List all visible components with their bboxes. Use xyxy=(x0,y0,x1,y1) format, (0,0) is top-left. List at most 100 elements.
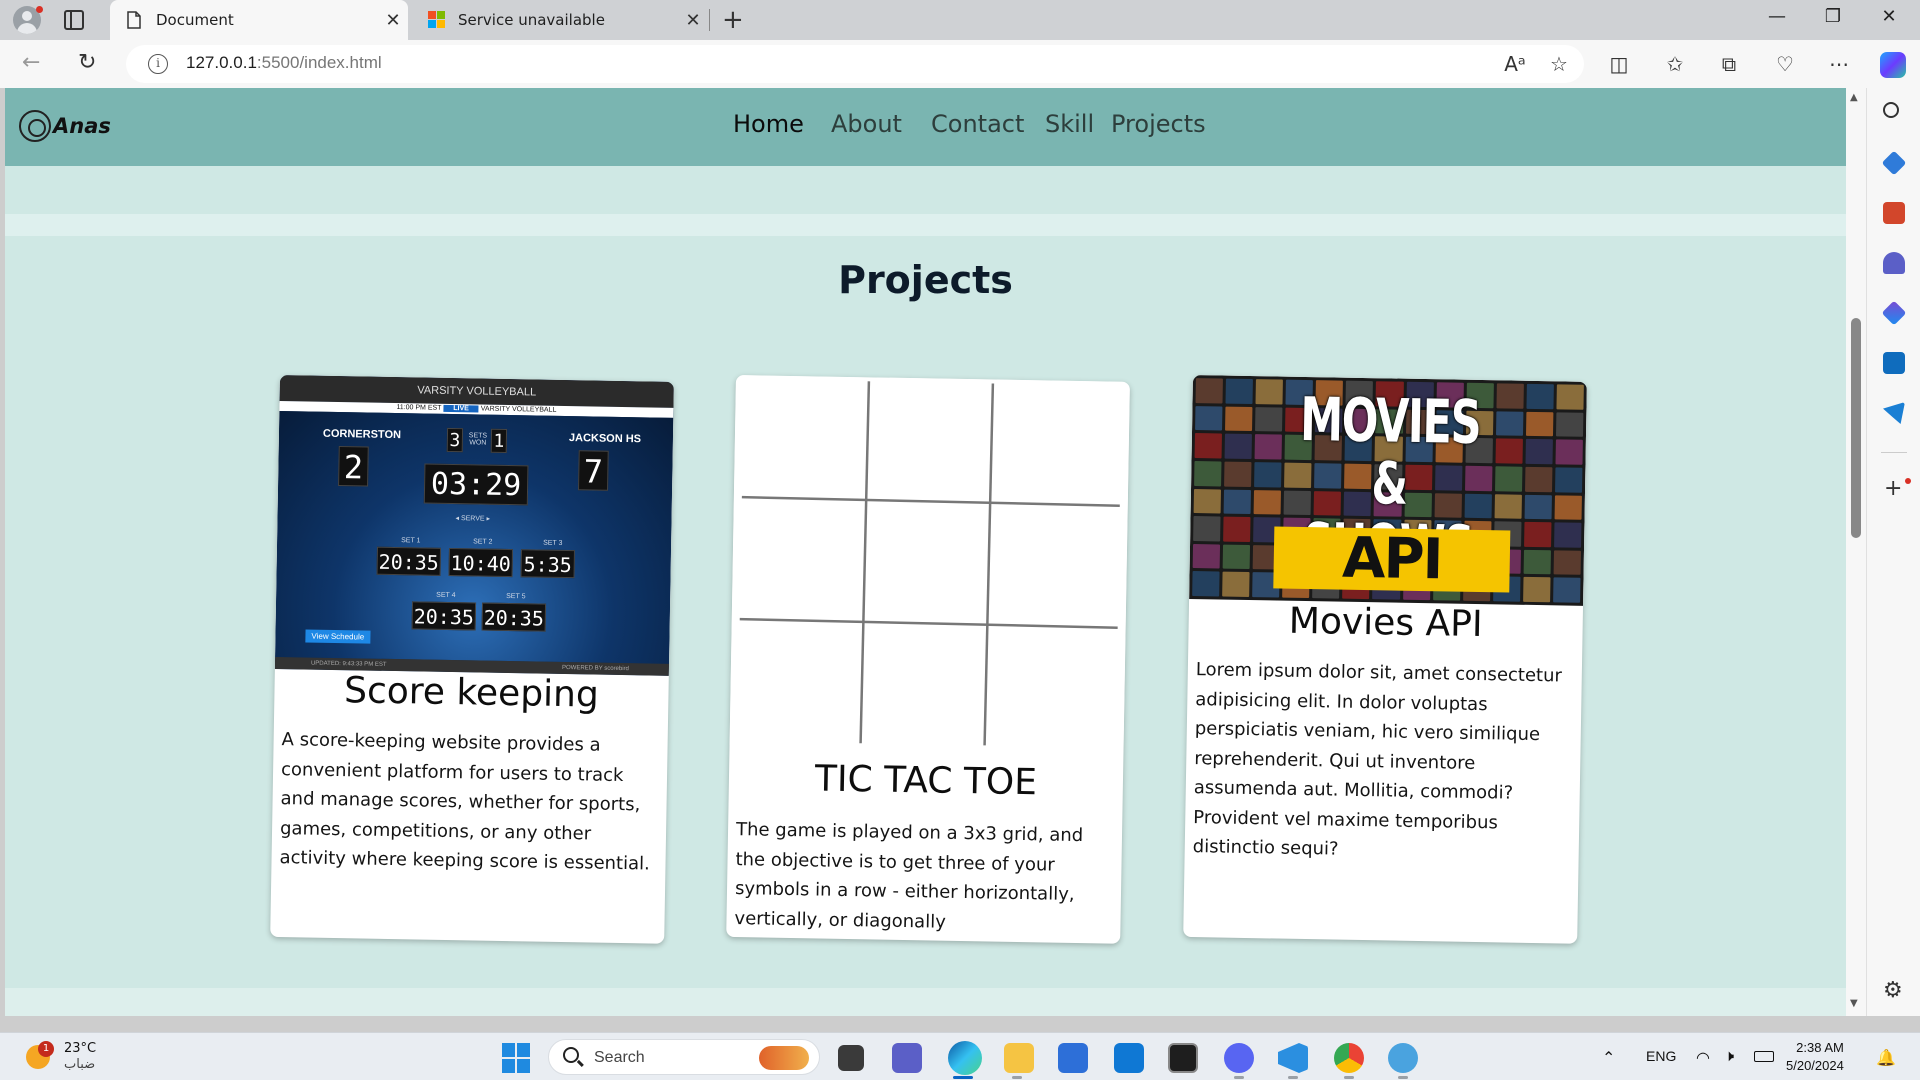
project-card-score-keeping[interactable]: VARSITY VOLLEYBALL 11:00 PM EST LIVE VAR… xyxy=(270,375,674,944)
tab-document[interactable]: Document ✕ xyxy=(110,0,408,40)
taskbar-search[interactable]: Search xyxy=(548,1039,820,1075)
weather-widget[interactable]: 1 xyxy=(22,1041,56,1071)
poster-tile xyxy=(1224,433,1253,459)
send-icon[interactable] xyxy=(1883,402,1905,424)
url-text[interactable]: 127.0.0.1:5500/index.html xyxy=(186,53,382,73)
close-window-icon[interactable]: ✕ xyxy=(1874,6,1904,27)
poster-tile xyxy=(1525,439,1553,465)
grid-lines xyxy=(739,381,1120,746)
site-logo[interactable]: Anas xyxy=(19,110,111,142)
nav-home[interactable]: Home xyxy=(733,110,804,138)
favorites-icon[interactable]: ✩ xyxy=(1662,52,1688,76)
chrome-icon[interactable] xyxy=(1334,1043,1364,1073)
set-score: 20:35 xyxy=(411,601,477,631)
search-icon[interactable] xyxy=(1883,102,1899,118)
nav-skill[interactable]: Skill xyxy=(1045,110,1094,138)
away-score: 7 xyxy=(578,450,609,491)
tab-service-unavailable[interactable]: Service unavailable ✕ xyxy=(412,0,708,40)
discord-icon[interactable] xyxy=(1224,1043,1254,1073)
scrollbar-thumb[interactable] xyxy=(1851,318,1861,538)
split-screen-icon[interactable]: ◫ xyxy=(1606,52,1632,76)
tab-close-icon[interactable]: ✕ xyxy=(678,10,708,31)
task-view-icon[interactable] xyxy=(838,1045,864,1071)
set-label: SET 3 xyxy=(543,539,563,547)
poster-tile xyxy=(1495,410,1524,437)
file-explorer-icon[interactable] xyxy=(1004,1043,1034,1073)
poster-tile xyxy=(1554,494,1582,520)
notification-dot xyxy=(1905,478,1911,484)
start-windows-icon[interactable] xyxy=(502,1043,532,1073)
home-team-name: CORNERSTON xyxy=(322,427,402,442)
snipping-tool-icon[interactable] xyxy=(1388,1043,1418,1073)
poster-tile xyxy=(1254,434,1283,460)
mail-icon[interactable] xyxy=(1114,1043,1144,1073)
settings-gear-icon[interactable]: ⚙ xyxy=(1883,978,1903,1003)
project-card-movies-api[interactable]: MOVIES & SHOWS API Movies API Lorem ipsu… xyxy=(1183,375,1587,944)
section-divider xyxy=(5,988,1846,1016)
projects-heading: Projects xyxy=(838,258,1013,302)
wifi-icon[interactable]: ◠ xyxy=(1696,1048,1710,1068)
notification-dot xyxy=(36,6,43,13)
vscode-icon[interactable] xyxy=(1278,1043,1308,1073)
minimize-icon[interactable]: — xyxy=(1762,6,1792,27)
poster-tile xyxy=(1192,543,1221,569)
nav-contact[interactable]: Contact xyxy=(931,110,1024,138)
set-score: 10:40 xyxy=(448,547,513,578)
poster-tile xyxy=(1253,489,1282,515)
favorite-star-icon[interactable]: ☆ xyxy=(1546,52,1572,76)
scroll-up-icon[interactable]: ▲ xyxy=(1850,92,1858,103)
address-bar[interactable]: i 127.0.0.1:5500/index.html Aᵃ ☆ xyxy=(126,45,1584,83)
poster-tile xyxy=(1195,378,1224,404)
more-menu-icon[interactable]: ⋯ xyxy=(1826,52,1852,76)
movies-poster-image: MOVIES & SHOWS API xyxy=(1189,375,1587,606)
search-placeholder: Search xyxy=(594,1049,645,1066)
language-indicator[interactable]: ENG xyxy=(1646,1048,1676,1064)
outlook-icon[interactable] xyxy=(1883,352,1905,374)
restore-icon[interactable]: ❐ xyxy=(1818,6,1848,27)
microsoft-365-icon[interactable] xyxy=(1881,300,1907,326)
edge-browser-icon[interactable] xyxy=(948,1041,982,1075)
search-highlight-icon xyxy=(759,1046,809,1070)
poster-tile xyxy=(1553,577,1581,603)
battery-icon[interactable] xyxy=(1754,1051,1774,1062)
weather-text[interactable]: 23°C ضباب xyxy=(64,1041,96,1073)
poster-tile xyxy=(1554,467,1583,493)
poster-tile xyxy=(1224,461,1252,487)
shopping-icon[interactable] xyxy=(1881,150,1907,176)
set-score: 5:35 xyxy=(520,549,575,579)
copilot-icon[interactable] xyxy=(1880,52,1906,78)
poster-tile xyxy=(1223,489,1252,515)
read-aloud-icon[interactable]: Aᵃ xyxy=(1502,52,1528,76)
new-tab-icon[interactable]: + xyxy=(722,5,744,35)
tray-overflow-icon[interactable]: ⌃ xyxy=(1602,1048,1615,1068)
tab-actions-icon[interactable] xyxy=(64,10,84,30)
tools-icon[interactable] xyxy=(1883,202,1905,224)
microsoft-store-icon[interactable] xyxy=(1058,1043,1088,1073)
games-icon[interactable] xyxy=(1883,252,1905,274)
browser-essentials-icon[interactable]: ♡ xyxy=(1772,52,1798,76)
project-card-tic-tac-toe[interactable]: TIC TAC TOE The game is played on a 3x3 … xyxy=(726,375,1130,944)
poster-tile xyxy=(1496,383,1524,409)
back-icon[interactable]: ← xyxy=(22,50,40,75)
teams-icon[interactable] xyxy=(892,1043,922,1073)
poster-tile xyxy=(1223,516,1251,542)
nav-projects[interactable]: Projects xyxy=(1111,110,1206,138)
terminal-icon[interactable] xyxy=(1168,1043,1198,1073)
clock[interactable]: 2:38 AM 5/20/2024 xyxy=(1786,1039,1844,1075)
poster-tile xyxy=(1225,406,1253,432)
set-score: 20:35 xyxy=(376,546,442,576)
notifications-bell-icon[interactable]: 🔔 xyxy=(1876,1048,1896,1068)
volume-muted-icon[interactable]: 🕨 xyxy=(1724,1048,1734,1066)
serve-label: ◂ SERVE ▸ xyxy=(455,515,491,523)
poster-tile xyxy=(1494,466,1523,492)
page-scrollbar[interactable]: ▲ ▼ xyxy=(1846,88,1866,1016)
set-label: SET 2 xyxy=(473,538,493,546)
scroll-down-icon[interactable]: ▼ xyxy=(1850,998,1858,1009)
collections-icon[interactable]: ⧉ xyxy=(1716,52,1742,76)
nav-about[interactable]: About xyxy=(831,110,902,138)
site-info-icon[interactable]: i xyxy=(148,54,168,74)
add-icon[interactable]: + xyxy=(1884,476,1902,501)
tab-close-icon[interactable]: ✕ xyxy=(378,10,408,31)
logo-mark-icon xyxy=(19,110,51,142)
refresh-icon[interactable]: ↻ xyxy=(78,50,96,75)
